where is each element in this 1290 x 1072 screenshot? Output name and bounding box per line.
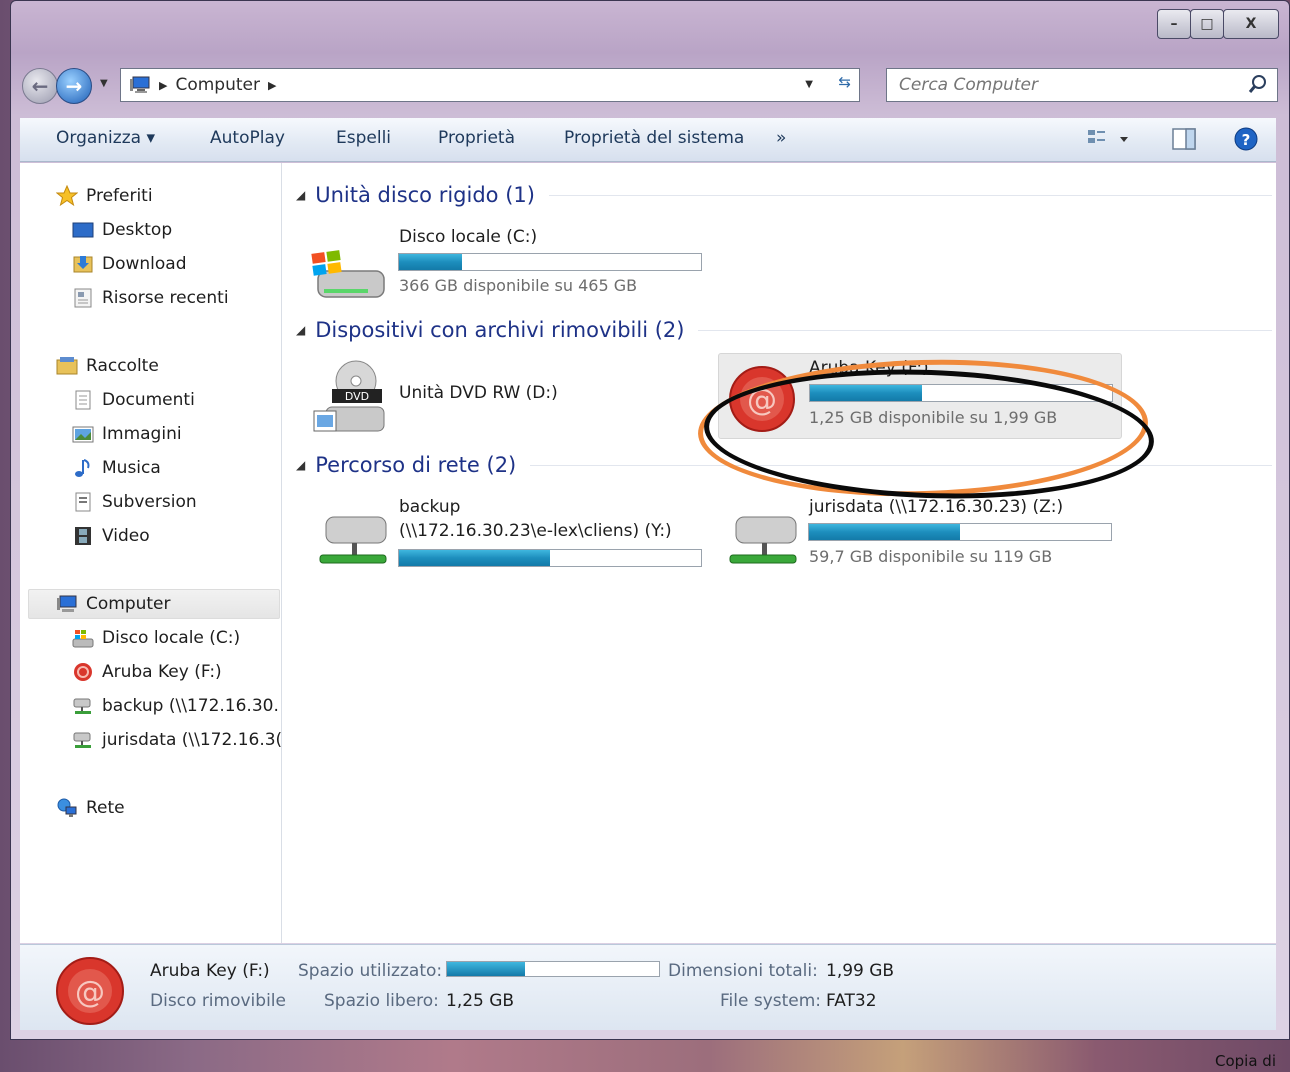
network-drive-icon — [72, 729, 94, 751]
preview-pane-icon[interactable] — [1170, 126, 1198, 152]
eject-button[interactable]: Espelli — [336, 128, 391, 148]
refresh-icon[interactable]: ⇆ — [838, 73, 851, 91]
close-button[interactable]: X — [1223, 9, 1279, 39]
collapse-triangle-icon[interactable]: ◢ — [296, 458, 305, 472]
dvd-badge: DVD — [345, 390, 369, 403]
group-hard-disks[interactable]: ◢ Unità disco rigido (1) — [296, 183, 1272, 207]
svg-text:?: ? — [1242, 131, 1251, 149]
search-box — [886, 68, 1278, 102]
drive-jurisdata-usage-bar — [808, 523, 1112, 541]
drive-jurisdata[interactable]: jurisdata (\\172.16.30.23) (Z:) 59,7 GB … — [718, 495, 1122, 575]
address-bar[interactable]: ▶ Computer ▶ ▼ ⇆ — [120, 68, 860, 102]
drive-c[interactable]: Disco locale (C:) 366 GB disponibile su … — [308, 223, 708, 303]
nav-documents[interactable]: Documenti — [72, 389, 195, 411]
details-used-label: Spazio utilizzato: — [298, 961, 443, 981]
drive-c-usage-bar — [398, 253, 702, 271]
maximize-button[interactable]: □ — [1190, 9, 1224, 39]
nav-computer[interactable]: Computer — [56, 593, 171, 615]
nav-music[interactable]: Musica — [72, 457, 161, 479]
nav-download[interactable]: Download — [72, 253, 187, 275]
search-input[interactable] — [899, 75, 1229, 95]
drive-backup-usage-bar — [398, 549, 702, 567]
system-properties-button[interactable]: Proprietà del sistema — [564, 128, 744, 148]
network-drive-icon — [729, 516, 797, 564]
local-disk-icon — [311, 250, 385, 298]
details-fs-label: File system: — [720, 991, 822, 1011]
taskbar-label[interactable]: Copia di — [1215, 1052, 1276, 1070]
content-pane: ◢ Unità disco rigido (1) Disco locale (C… — [282, 163, 1276, 943]
drive-backup[interactable]: backup (\\172.16.30.23\e-lex\cliens) (Y:… — [308, 495, 708, 575]
details-fs-value: FAT32 — [826, 991, 877, 1011]
details-usage-bar — [446, 961, 660, 977]
nav-subversion[interactable]: Subversion — [72, 491, 197, 513]
download-folder-icon — [72, 253, 94, 275]
details-free-label: Spazio libero: — [324, 991, 439, 1011]
recent-places-icon — [72, 287, 94, 309]
video-film-icon — [72, 525, 94, 547]
breadcrumb-arrow-icon[interactable]: ▶ — [159, 79, 167, 92]
aruba-seal-icon: @ — [56, 957, 124, 1025]
help-icon[interactable]: ? — [1232, 126, 1260, 154]
details-drive-name: Aruba Key (F:) — [150, 961, 270, 981]
forward-button[interactable]: → — [56, 68, 92, 104]
breadcrumb-arrow-icon[interactable]: ▶ — [268, 79, 276, 92]
subversion-icon — [72, 491, 94, 513]
history-dropdown-icon[interactable]: ▼ — [100, 78, 108, 89]
nav-images[interactable]: Immagini — [72, 423, 182, 445]
drive-dvd[interactable]: DVD Unità DVD RW (D:) — [308, 359, 708, 439]
more-commands-button[interactable]: » — [776, 128, 786, 148]
images-icon — [72, 423, 94, 445]
organize-menu[interactable]: Organizza ▾ — [56, 128, 155, 148]
command-bar: Organizza ▾ AutoPlay Espelli Proprietà P… — [20, 118, 1276, 162]
caption-buttons: – □ X — [1157, 9, 1279, 39]
nav-jurisdata[interactable]: jurisdata (\\172.16.3( — [72, 729, 281, 751]
network-drive-icon — [72, 695, 94, 717]
properties-button[interactable]: Proprietà — [438, 128, 515, 148]
aruba-seal-icon — [72, 661, 94, 683]
breadcrumb-computer[interactable]: Computer — [175, 75, 260, 95]
view-options-icon[interactable] — [1086, 126, 1132, 152]
network-drive-icon — [319, 516, 387, 564]
nav-network[interactable]: Rete — [56, 797, 125, 819]
desktop-icon — [72, 219, 94, 241]
collapse-triangle-icon[interactable]: ◢ — [296, 188, 305, 202]
back-button[interactable]: ← — [22, 68, 58, 104]
dvd-drive-icon: DVD — [313, 360, 385, 432]
local-disk-icon — [72, 627, 94, 649]
nav-local-disk[interactable]: Disco locale (C:) — [72, 627, 240, 649]
nav-recent[interactable]: Risorse recenti — [72, 287, 229, 309]
svg-text:@: @ — [75, 975, 105, 1010]
navigation-row: ← → ▼ ▶ Computer ▶ ▼ ⇆ — [20, 64, 1278, 104]
details-total-label: Dimensioni totali: — [668, 961, 818, 981]
address-dropdown-icon[interactable]: ▼ — [805, 79, 813, 90]
minimize-button[interactable]: – — [1157, 9, 1191, 39]
documents-icon — [72, 389, 94, 411]
nav-aruba-key[interactable]: Aruba Key (F:) — [72, 661, 222, 683]
details-drive-type: Disco rimovibile — [150, 991, 286, 1011]
nav-video[interactable]: Video — [72, 525, 150, 547]
computer-icon — [56, 593, 78, 615]
star-icon — [56, 185, 78, 207]
details-total-value: 1,99 GB — [826, 961, 895, 981]
nav-desktop[interactable]: Desktop — [72, 219, 172, 241]
music-note-icon — [72, 457, 94, 479]
search-icon[interactable] — [1247, 73, 1269, 95]
nav-favorites[interactable]: Preferiti — [56, 185, 153, 207]
group-removable[interactable]: ◢ Dispositivi con archivi rimovibili (2) — [296, 318, 1272, 342]
nav-backup[interactable]: backup (\\172.16.30. — [72, 695, 279, 717]
details-free-value: 1,25 GB — [446, 991, 515, 1011]
nav-libraries[interactable]: Raccolte — [56, 355, 159, 377]
details-pane: @ Aruba Key (F:) Disco rimovibile Spazio… — [20, 944, 1276, 1030]
network-globe-icon — [56, 797, 78, 819]
autoplay-button[interactable]: AutoPlay — [210, 128, 285, 148]
navigation-pane: Preferiti Desktop Download Risorse recen… — [20, 163, 282, 943]
computer-icon — [130, 76, 150, 93]
libraries-icon — [56, 355, 78, 377]
collapse-triangle-icon[interactable]: ◢ — [296, 323, 305, 337]
